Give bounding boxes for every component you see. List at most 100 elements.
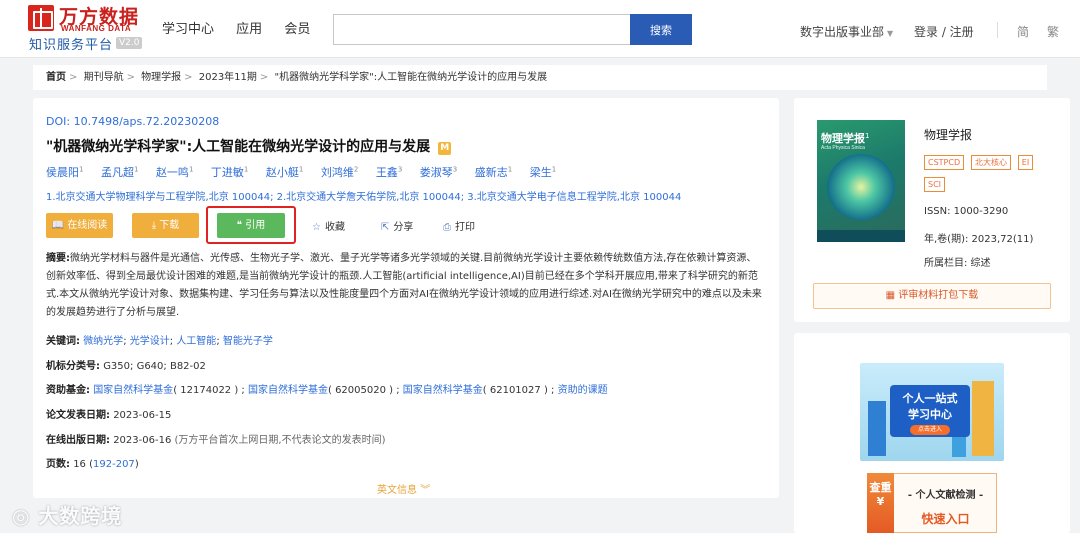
affiliations[interactable]: 1.北京交通大学物理科学与工程学院,北京 100044; 2.北京交通大学詹天佑… <box>46 188 681 203</box>
divider <box>997 22 998 38</box>
pages-range[interactable]: 192-207 <box>93 459 135 470</box>
tag-badge: SCI <box>924 177 946 192</box>
learning-center-banner[interactable]: 个人一站式 学习中心 点击进入 <box>860 363 1004 461</box>
fund-extra[interactable]: 资助的课题 <box>558 385 608 396</box>
author-link[interactable]: 赵小艇1 <box>266 165 303 179</box>
author-link[interactable]: 丁进敏1 <box>211 165 248 179</box>
m-badge-icon[interactable]: M <box>438 142 452 155</box>
share-button[interactable]: ⇱ 分享 <box>381 218 413 233</box>
download-button[interactable]: ⤓ 下载 <box>132 213 199 238</box>
keywords-row: 关键词: 微纳光学; 光学设计; 人工智能; 智能光子学 <box>46 336 273 347</box>
enter-button[interactable]: 点击进入 <box>910 425 950 435</box>
read-online-button[interactable]: 📖 在线阅读 <box>46 213 113 238</box>
crumb-home[interactable]: 首页 <box>46 72 66 83</box>
author-link[interactable]: 赵一鸣1 <box>156 165 193 179</box>
doi-link[interactable]: DOI: 10.7498/aps.72.20230208 <box>46 115 219 128</box>
share-icon: ⇱ <box>381 222 390 233</box>
journal-year-volume: 年,卷(期): 2023,72(11) <box>924 234 1034 245</box>
crumb-journal[interactable]: 物理学报 <box>141 72 181 83</box>
cover-english: Acta Physica Sinica <box>821 145 865 151</box>
chevron-down-icon: ︾ <box>420 485 431 496</box>
review-package-download-button[interactable]: ▦ 评审材料打包下载 <box>813 283 1051 309</box>
journal-tags: CSTPCD 北大核心 EI SCI <box>924 154 1064 198</box>
author-link[interactable]: 王鑫3 <box>376 165 402 179</box>
tag-badge: 北大核心 <box>970 155 1011 170</box>
main-nav: 学习中心 应用 会员 <box>162 18 328 37</box>
star-icon: ☆ <box>312 222 321 233</box>
author-link[interactable]: 梁生1 <box>530 165 556 179</box>
crumb-issue[interactable]: 2023年11期 <box>199 72 257 83</box>
plagiarism-check-tab[interactable]: 查重 ¥ <box>867 473 894 533</box>
abstract: 摘要:微纳光学材料与器件是光通信、光传感、生物光子学、激光、量子光学等诸多光学领… <box>46 250 766 322</box>
search-button[interactable]: 搜索 <box>630 14 692 45</box>
english-info-toggle[interactable]: 英文信息 ︾ <box>377 481 430 496</box>
author-link[interactable]: 刘鸿维2 <box>321 165 358 179</box>
author-link[interactable]: 娄淑琴3 <box>420 165 457 179</box>
highlight-box <box>206 206 296 244</box>
fund-link[interactable]: 国家自然科学基金 <box>248 385 328 396</box>
wanfang-logo-icon[interactable] <box>28 5 54 31</box>
author-link[interactable]: 孟凡超1 <box>101 165 138 179</box>
dept-menu[interactable]: 数字出版事业部 ▼ <box>800 23 893 40</box>
building-illustration <box>972 381 994 456</box>
cover-issue: 1 <box>865 132 870 140</box>
onlinedate-note: (万方平台首次上网日期,不代表论文的发表时间) <box>174 435 386 446</box>
journal-name[interactable]: 物理学报 <box>924 126 972 143</box>
abstract-text: 微纳光学材料与器件是光通信、光传感、生物光子学、激光、量子光学等诸多光学领域的关… <box>46 253 762 318</box>
article-title: "机器微纳光学科学家":人工智能在微纳光学设计的应用与发展 M <box>46 136 452 156</box>
search-input[interactable] <box>333 14 631 45</box>
watermark-logo-icon: ◎ <box>12 504 39 528</box>
plagiarism-check-entry[interactable]: - 个人文献检测 - 快速入口 <box>894 473 997 533</box>
favorite-button[interactable]: ☆ 收藏 <box>312 218 345 233</box>
journal-issn: ISSN: 1000-3290 <box>924 206 1009 217</box>
funds-row: 资助基金: 国家自然科学基金( 12174022 ) ; 国家自然科学基金( 6… <box>46 385 608 396</box>
book-icon: 📖 <box>51 220 68 231</box>
author-list: 侯晨阳1 孟凡超1 赵一鸣1 丁进敏1 赵小艇1 刘鸿维2 王鑫3 娄淑琴3 盛… <box>46 164 570 180</box>
pages-row: 页数: 16 (192-207) <box>46 459 139 470</box>
clc-row: 机标分类号: G350; G640; B82-02 <box>46 361 206 372</box>
lang-simplified[interactable]: 简 <box>1017 23 1029 40</box>
nav-learning-center[interactable]: 学习中心 <box>162 22 214 37</box>
promo-card: 个人一站式 学习中心 点击进入 查重 ¥ - 个人文献检测 - 快速入口 <box>794 333 1070 533</box>
printer-icon: ⎙ <box>443 222 451 233</box>
lang-traditional[interactable]: 繁 <box>1047 23 1059 40</box>
abstract-label: 摘要: <box>46 253 70 264</box>
tag-badge: CSTPCD <box>924 155 965 170</box>
clc-value: G350; G640; B82-02 <box>103 361 206 372</box>
fund-link[interactable]: 国家自然科学基金 <box>93 385 173 396</box>
journal-cover[interactable]: 物理学报 1 Acta Physica Sinica <box>817 120 905 242</box>
crumb-article: "机器微纳光学科学家":人工智能在微纳光学设计的应用与发展 <box>274 72 548 83</box>
quick-entry-link[interactable]: 快速入口 <box>894 510 997 527</box>
building-illustration <box>868 401 886 456</box>
version-badge: V2.0 <box>116 37 143 49</box>
watermark: ◎ 大数跨境 <box>12 504 123 528</box>
onlinedate-row: 在线出版日期: 2023-06-16 (万方平台首次上网日期,不代表论文的发表时… <box>46 435 386 446</box>
breadcrumb: 首页 > 期刊导航 > 物理学报 > 2023年11期 > "机器微纳光学科学家":人工… <box>33 65 1047 90</box>
print-button[interactable]: ⎙ 打印 <box>443 218 475 233</box>
cover-art <box>827 154 895 220</box>
article-card: DOI: 10.7498/aps.72.20230208 "机器微纳光学科学家"… <box>33 98 779 498</box>
pages-count: 16 <box>73 459 86 470</box>
keyword-link[interactable]: 人工智能 <box>176 336 216 347</box>
chevron-down-icon: ▼ <box>887 29 894 38</box>
author-link[interactable]: 侯晨阳1 <box>46 165 83 179</box>
pubdate-value: 2023-06-15 <box>113 410 172 421</box>
logo-english: WANFANG DATA <box>61 24 132 33</box>
keyword-link[interactable]: 智能光子学 <box>223 336 273 347</box>
title-text: "机器微纳光学科学家":人工智能在微纳光学设计的应用与发展 <box>46 139 431 155</box>
keyword-link[interactable]: 微纳光学 <box>83 336 123 347</box>
login-link[interactable]: 登录 / 注册 <box>914 23 974 40</box>
chevron-down-icon: ¥ <box>876 495 885 508</box>
cover-footer <box>817 230 905 242</box>
journal-card: 物理学报 1 Acta Physica Sinica 物理学报 CSTPCD 北… <box>794 98 1070 322</box>
banner-line2: 学习中心 <box>908 408 952 421</box>
journal-column: 所属栏目: 综述 <box>924 258 991 269</box>
keyword-link[interactable]: 光学设计 <box>130 336 170 347</box>
crumb-journal-nav[interactable]: 期刊导航 <box>84 72 124 83</box>
download-icon: ▦ <box>885 290 899 301</box>
nav-apps[interactable]: 应用 <box>236 22 262 37</box>
nav-membership[interactable]: 会员 <box>284 22 310 37</box>
fund-link[interactable]: 国家自然科学基金 <box>403 385 483 396</box>
tag-badge: EI <box>1017 155 1034 170</box>
author-link[interactable]: 盛新志1 <box>475 165 512 179</box>
